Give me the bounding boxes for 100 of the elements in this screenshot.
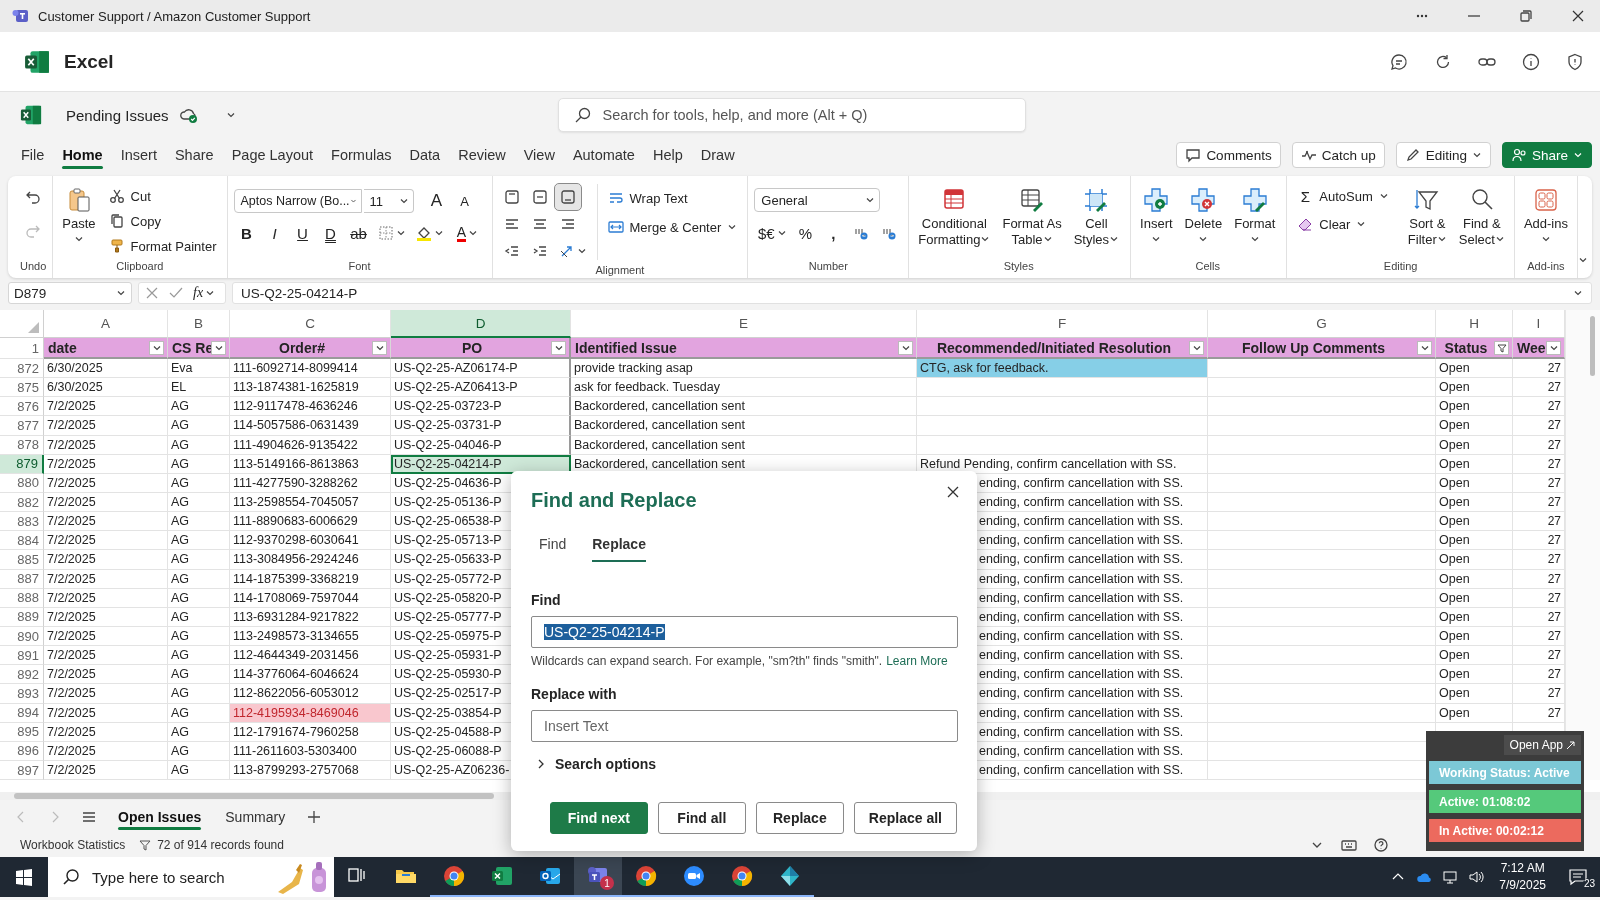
row-number[interactable]: 888 (0, 588, 44, 608)
ribbon-tab[interactable]: Home (53, 141, 112, 169)
autosum-button[interactable]: Σ AutoSum (1293, 184, 1393, 208)
comments-button[interactable]: Comments (1176, 142, 1281, 168)
ribbon-button[interactable]: Insert (1137, 184, 1176, 246)
font-size-dropdown[interactable]: 11 (363, 189, 414, 213)
row-number[interactable]: 892 (0, 665, 44, 685)
sheet-tab[interactable]: Open Issues (110, 802, 210, 831)
document-name[interactable]: Pending Issues (66, 106, 169, 124)
italic-button[interactable]: I (261, 220, 288, 246)
ribbon-tab[interactable]: Automate (563, 141, 644, 169)
share-button[interactable]: Share (1501, 142, 1592, 168)
row-number[interactable]: 883 (0, 512, 44, 532)
table-cell: AG (168, 607, 230, 627)
ribbon-button[interactable]: Cell Styles (1070, 184, 1123, 250)
toolbar-button[interactable]: Clear (1293, 212, 1371, 236)
table-cell: Open (1436, 378, 1513, 398)
table-cell: AG (168, 588, 230, 608)
row-number[interactable]: 887 (0, 569, 44, 589)
insert-function-button[interactable]: fx (193, 285, 216, 301)
row-number[interactable]: 878 (0, 435, 44, 455)
paste-button[interactable]: Paste (59, 184, 99, 246)
underline-button[interactable]: U (289, 220, 316, 246)
font-name-dropdown[interactable]: Aptos Narrow (Bo... (233, 189, 362, 213)
bottom-align-button[interactable] (554, 184, 581, 210)
row-number[interactable]: 880 (0, 473, 44, 493)
formula-field[interactable]: US-Q2-25-04214-P (232, 282, 1592, 304)
row-number[interactable]: 889 (0, 607, 44, 627)
ribbon-tab[interactable]: Review (449, 141, 515, 169)
double-underline-button[interactable]: D (317, 220, 344, 246)
ribbon-tab[interactable]: Insert (111, 141, 166, 169)
row-number[interactable]: 879 (0, 454, 44, 474)
ribbon-tab[interactable]: Help (643, 141, 692, 169)
dialog-button[interactable]: Replace (755, 802, 844, 834)
toolbar-button[interactable]: Merge & Center (603, 213, 742, 241)
search-field[interactable]: Search for tools, help, and more (Alt + Q) (557, 98, 1026, 132)
find-field[interactable]: US-Q2-25-04214-P (531, 616, 958, 648)
comma-button[interactable]: , (820, 220, 847, 246)
column-header[interactable]: D (391, 310, 571, 338)
dialog-button[interactable]: Replace all (853, 802, 957, 834)
dialog-button[interactable]: Find all (657, 802, 746, 834)
row-number[interactable]: 894 (0, 703, 44, 723)
shrink-font-button[interactable]: A (451, 188, 478, 214)
font-color-button[interactable]: A (449, 220, 486, 246)
sheet-tab[interactable]: Summary (217, 802, 294, 831)
row-number[interactable]: 882 (0, 493, 44, 513)
row-number[interactable]: 885 (0, 550, 44, 570)
ribbon-button[interactable]: Add-ins (1520, 184, 1571, 246)
currency-button[interactable]: $€ (754, 220, 791, 246)
catch-up-button[interactable]: Catch up (1291, 142, 1385, 168)
table-cell: 27 (1513, 588, 1565, 608)
grow-font-button[interactable]: A (423, 188, 450, 214)
copy-icon (108, 213, 125, 229)
taskbar-search-field[interactable]: Type here to search (48, 857, 334, 897)
row-number[interactable]: 876 (0, 397, 44, 417)
ribbon-button[interactable]: Format As Table (999, 184, 1065, 250)
toolbar-button[interactable]: Format Painter (104, 234, 221, 258)
row-number[interactable]: 884 (0, 531, 44, 551)
dialog-tab[interactable]: Replace (584, 528, 654, 562)
editing-mode-button[interactable]: Editing (1395, 142, 1491, 168)
toolbar-button[interactable]: Copy (104, 209, 165, 233)
bold-button[interactable]: B (233, 220, 260, 246)
toolbar-button[interactable]: Wrap Text (603, 184, 692, 212)
number-format-dropdown[interactable]: General (754, 188, 881, 212)
table-cell: AG (168, 646, 230, 666)
ribbon-button[interactable]: Find & Select (1455, 184, 1508, 250)
ribbon-tab[interactable]: Data (400, 141, 450, 169)
notifications-button[interactable]: 23 (1556, 868, 1600, 886)
row-number[interactable]: 890 (0, 626, 44, 647)
open-app-link[interactable]: Open App (1503, 735, 1581, 755)
ribbon-button[interactable]: Delete (1181, 184, 1226, 246)
row-number[interactable]: 875 (0, 378, 44, 398)
ribbon-tab[interactable]: Share (165, 141, 223, 169)
taskbar-app[interactable]: 1 (574, 857, 622, 897)
ribbon-tab[interactable]: Formulas (322, 141, 401, 169)
ribbon-tab[interactable]: Page Layout (222, 141, 323, 169)
row-number[interactable]: 891 (0, 646, 44, 666)
ribbon-tab[interactable]: View (514, 141, 564, 169)
ribbon-tab[interactable]: Draw (691, 141, 744, 169)
toolbar-button[interactable]: Cut (104, 184, 155, 208)
filter-button[interactable] (1494, 341, 1509, 355)
row-number[interactable]: 896 (0, 741, 44, 761)
row-number[interactable]: 872 (0, 359, 44, 379)
ribbon-button[interactable]: Format (1231, 184, 1279, 246)
group-label: Number (807, 260, 849, 274)
row-number[interactable]: 895 (0, 722, 44, 742)
primary-button[interactable]: Find next (549, 802, 648, 834)
name-box[interactable]: D879 (8, 282, 132, 304)
workbook-statistics-link[interactable]: Workbook Statistics (20, 838, 126, 852)
row-number[interactable]: 897 (0, 760, 44, 781)
strikethrough-button[interactable]: ab (345, 220, 372, 246)
row-number[interactable]: 877 (0, 416, 44, 436)
ribbon-button[interactable]: Sort & Filter (1404, 184, 1450, 250)
delete-cells-icon (1189, 186, 1218, 214)
percent-button[interactable]: % (792, 220, 819, 246)
replace-field[interactable]: Insert Text (531, 710, 958, 742)
table-cell: AG (168, 397, 230, 417)
ribbon-tab[interactable]: File (12, 141, 54, 169)
ribbon-button[interactable]: Conditional Formatting (915, 184, 994, 250)
row-number[interactable]: 893 (0, 684, 44, 704)
